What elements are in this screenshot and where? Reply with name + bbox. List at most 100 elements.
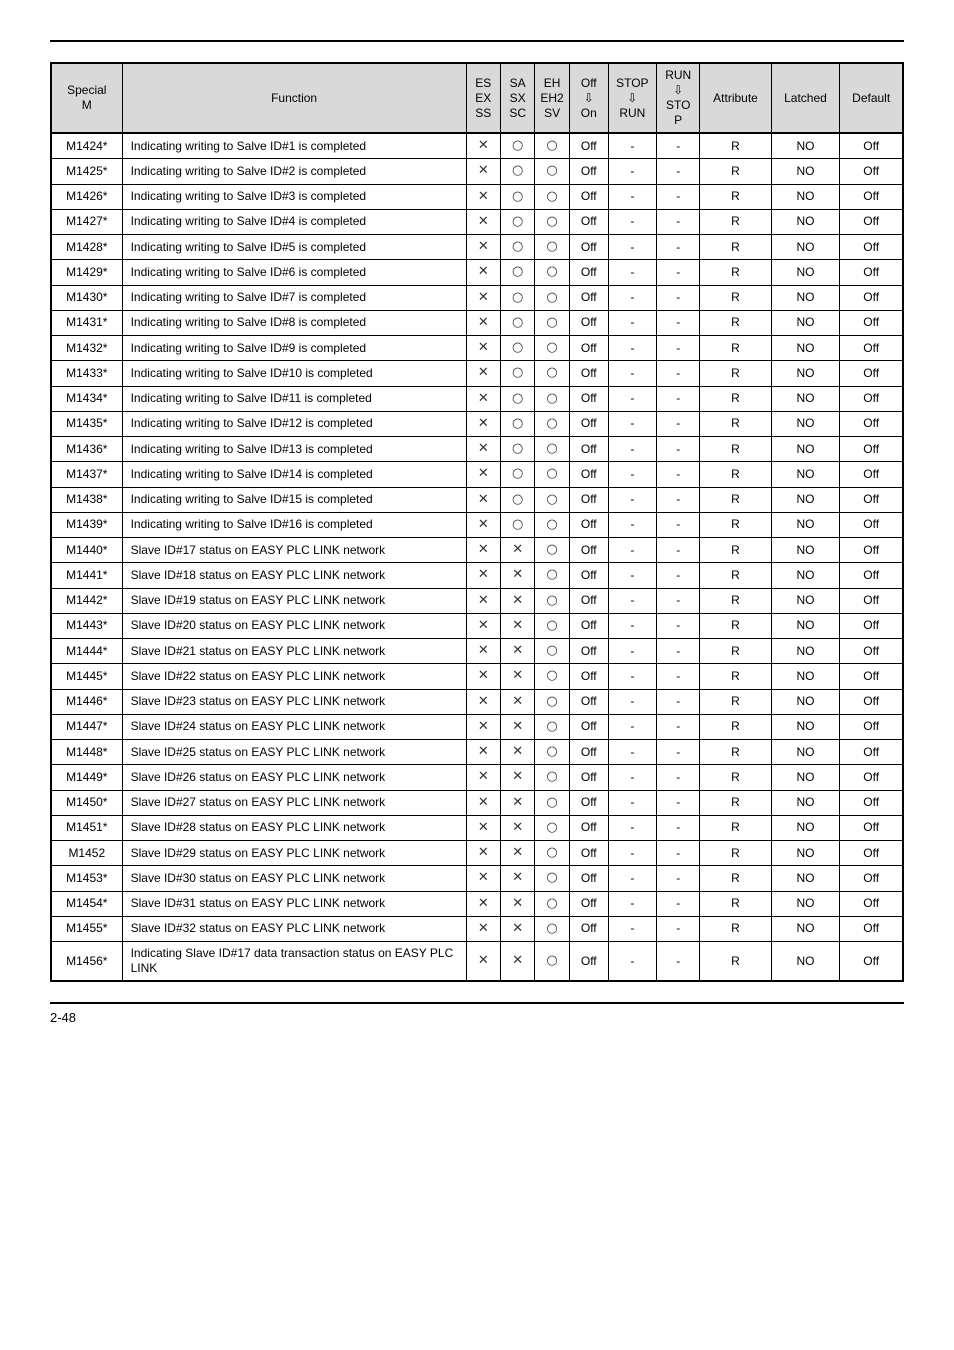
cell-off: Off <box>569 361 608 386</box>
table-row: M1443*Slave ID#20 status on EASY PLC LIN… <box>51 613 903 638</box>
cell-def: Off <box>840 891 903 916</box>
table-row: M1427*Indicating writing to Salve ID#4 i… <box>51 209 903 234</box>
cell-run: - <box>656 563 700 588</box>
cell-lat: NO <box>771 866 840 891</box>
cell-sa: ✕ <box>500 790 534 815</box>
cell-stop: - <box>608 841 656 866</box>
cell-es: ✕ <box>466 386 500 411</box>
cell-fn: Slave ID#18 status on EASY PLC LINK netw… <box>122 563 466 588</box>
cell-run: - <box>656 866 700 891</box>
cell-off: Off <box>569 588 608 613</box>
cell-eh: ○ <box>535 361 569 386</box>
cell-m: M1433* <box>51 361 122 386</box>
cell-m: M1445* <box>51 664 122 689</box>
cell-eh: ○ <box>535 538 569 563</box>
cell-fn: Indicating writing to Salve ID#1 is comp… <box>122 133 466 159</box>
cell-def: Off <box>840 159 903 184</box>
table-row: M1442*Slave ID#19 status on EASY PLC LIN… <box>51 588 903 613</box>
cell-run: - <box>656 790 700 815</box>
table-row: M1424*Indicating writing to Salve ID#1 i… <box>51 133 903 159</box>
cell-sa: ○ <box>500 361 534 386</box>
cell-sa: ✕ <box>500 689 534 714</box>
cell-attr: R <box>700 235 771 260</box>
cell-es: ✕ <box>466 310 500 335</box>
cell-def: Off <box>840 689 903 714</box>
cell-stop: - <box>608 285 656 310</box>
cell-es: ✕ <box>466 891 500 916</box>
cell-m: M1443* <box>51 613 122 638</box>
cell-eh: ○ <box>535 765 569 790</box>
cell-m: M1444* <box>51 639 122 664</box>
table-row: M1425*Indicating writing to Salve ID#2 i… <box>51 159 903 184</box>
cell-attr: R <box>700 664 771 689</box>
cell-fn: Indicating writing to Salve ID#10 is com… <box>122 361 466 386</box>
cell-off: Off <box>569 260 608 285</box>
cell-es: ✕ <box>466 512 500 537</box>
cell-eh: ○ <box>535 159 569 184</box>
cell-stop: - <box>608 310 656 335</box>
cell-def: Off <box>840 310 903 335</box>
th-latched: Latched <box>771 63 840 133</box>
cell-off: Off <box>569 538 608 563</box>
cell-fn: Indicating writing to Salve ID#9 is comp… <box>122 336 466 361</box>
cell-def: Off <box>840 740 903 765</box>
cell-lat: NO <box>771 260 840 285</box>
cell-fn: Slave ID#32 status on EASY PLC LINK netw… <box>122 916 466 941</box>
cell-es: ✕ <box>466 639 500 664</box>
cell-es: ✕ <box>466 689 500 714</box>
cell-off: Off <box>569 310 608 335</box>
cell-attr: R <box>700 361 771 386</box>
cell-m: M1430* <box>51 285 122 310</box>
th-default: Default <box>840 63 903 133</box>
cell-attr: R <box>700 386 771 411</box>
cell-attr: R <box>700 487 771 512</box>
cell-m: M1434* <box>51 386 122 411</box>
cell-def: Off <box>840 563 903 588</box>
cell-eh: ○ <box>535 588 569 613</box>
table-row: M1441*Slave ID#18 status on EASY PLC LIN… <box>51 563 903 588</box>
cell-stop: - <box>608 437 656 462</box>
cell-attr: R <box>700 184 771 209</box>
cell-off: Off <box>569 336 608 361</box>
table-row: M1428*Indicating writing to Salve ID#5 i… <box>51 235 903 260</box>
cell-sa: ○ <box>500 462 534 487</box>
cell-lat: NO <box>771 841 840 866</box>
cell-fn: Slave ID#31 status on EASY PLC LINK netw… <box>122 891 466 916</box>
cell-lat: NO <box>771 386 840 411</box>
table-row: M1453*Slave ID#30 status on EASY PLC LIN… <box>51 866 903 891</box>
cell-stop: - <box>608 159 656 184</box>
cell-run: - <box>656 260 700 285</box>
cell-m: M1432* <box>51 336 122 361</box>
cell-sa: ✕ <box>500 916 534 941</box>
cell-es: ✕ <box>466 462 500 487</box>
cell-lat: NO <box>771 235 840 260</box>
cell-fn: Slave ID#27 status on EASY PLC LINK netw… <box>122 790 466 815</box>
cell-eh: ○ <box>535 260 569 285</box>
cell-def: Off <box>840 386 903 411</box>
table-row: M1446*Slave ID#23 status on EASY PLC LIN… <box>51 689 903 714</box>
cell-off: Off <box>569 765 608 790</box>
cell-attr: R <box>700 310 771 335</box>
cell-def: Off <box>840 790 903 815</box>
table-row: M1429*Indicating writing to Salve ID#6 i… <box>51 260 903 285</box>
cell-def: Off <box>840 866 903 891</box>
cell-off: Off <box>569 891 608 916</box>
cell-es: ✕ <box>466 815 500 840</box>
cell-eh: ○ <box>535 310 569 335</box>
cell-fn: Indicating writing to Salve ID#3 is comp… <box>122 184 466 209</box>
cell-fn: Slave ID#22 status on EASY PLC LINK netw… <box>122 664 466 689</box>
cell-eh: ○ <box>535 209 569 234</box>
cell-sa: ✕ <box>500 942 534 982</box>
cell-attr: R <box>700 462 771 487</box>
cell-run: - <box>656 285 700 310</box>
cell-def: Off <box>840 487 903 512</box>
cell-m: M1424* <box>51 133 122 159</box>
th-es: ES EX SS <box>466 63 500 133</box>
cell-eh: ○ <box>535 437 569 462</box>
table-row: M1456*Indicating Slave ID#17 data transa… <box>51 942 903 982</box>
cell-es: ✕ <box>466 487 500 512</box>
cell-run: - <box>656 841 700 866</box>
cell-off: Off <box>569 437 608 462</box>
cell-attr: R <box>700 512 771 537</box>
table-row: M1445*Slave ID#22 status on EASY PLC LIN… <box>51 664 903 689</box>
